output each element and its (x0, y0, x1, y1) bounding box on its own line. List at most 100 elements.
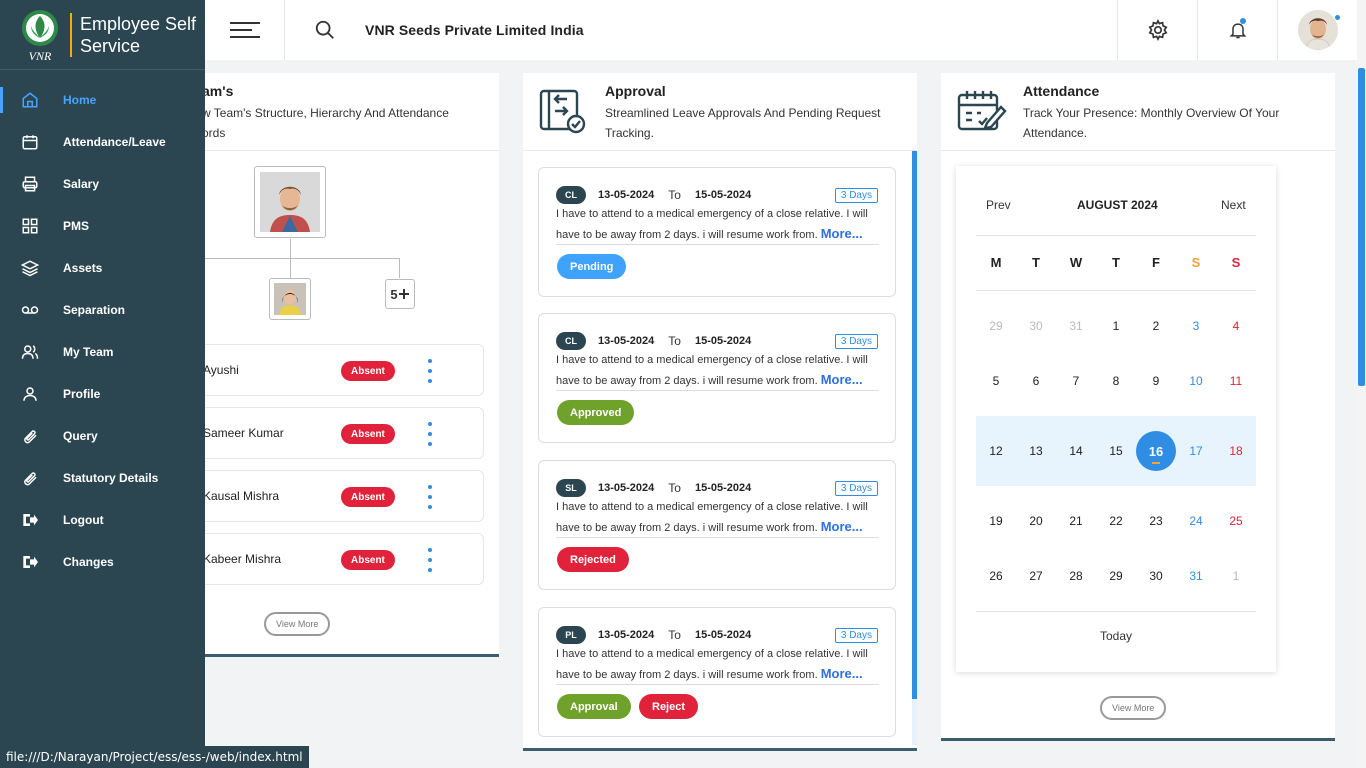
leave-type-badge: PL (556, 626, 586, 644)
calendar-day[interactable]: 12 (976, 444, 1016, 459)
more-link[interactable]: More... (821, 372, 863, 387)
calendar-next-button[interactable]: Next (1221, 198, 1246, 212)
leave-to-label: To (668, 481, 681, 495)
approval-scroll-track[interactable] (912, 699, 917, 745)
calendar-day[interactable]: 11 (1216, 374, 1256, 388)
calendar-day[interactable]: 30 (1136, 569, 1176, 583)
reject-button[interactable]: Reject (639, 694, 699, 719)
sidebar-item-logout[interactable]: Logout (0, 499, 205, 541)
divider (556, 537, 879, 538)
divider (556, 684, 879, 685)
calendar-prev-button[interactable]: Prev (986, 198, 1011, 212)
calendar-day[interactable]: 31 (1056, 319, 1096, 333)
sidebar-item-my-team[interactable]: My Team (0, 331, 205, 373)
calendar-day[interactable]: 18 (1216, 444, 1256, 459)
calendar-day[interactable]: 21 (1056, 514, 1096, 528)
calendar-day[interactable]: 30 (1016, 319, 1056, 333)
calendar-day[interactable]: 24 (1176, 514, 1216, 528)
sidebar-item-assets[interactable]: Assets (0, 247, 205, 289)
sidebar-item-label: PMS (63, 219, 90, 233)
page-scrollbar[interactable] (1357, 0, 1366, 768)
sidebar-item-changes[interactable]: Changes (0, 541, 205, 583)
attendance-view-more-button[interactable]: View More (1100, 696, 1167, 720)
calendar-day[interactable]: 29 (1096, 569, 1136, 583)
calendar-day[interactable]: 29 (976, 319, 1016, 333)
sidebar-item-attendance-leave[interactable]: Attendance/Leave (0, 121, 205, 163)
vnr-logo[interactable]: VNR (18, 6, 62, 64)
approval-scroll-thumb[interactable] (912, 151, 917, 699)
calendar-day[interactable]: 22 (1096, 514, 1136, 528)
sidebar-item-pms[interactable]: PMS (0, 205, 205, 247)
logout-icon (20, 510, 40, 530)
logo-text: VNR (29, 49, 52, 63)
sidebar-item-home[interactable]: Home (0, 79, 205, 121)
search-icon[interactable] (285, 19, 365, 41)
calendar-day[interactable]: 28 (1056, 569, 1096, 583)
more-options-icon[interactable] (426, 359, 434, 383)
calendar-day[interactable]: 17 (1176, 444, 1216, 459)
more-options-icon[interactable] (426, 548, 434, 572)
brand: VNR Employee Self Service (0, 0, 205, 70)
calendar-week-row: 19 20 21 22 23 24 25 (976, 514, 1256, 528)
leave-reason: I have to attend to a medical emergency … (556, 648, 868, 681)
user-avatar[interactable] (1277, 0, 1357, 60)
team-member-row[interactable]: Kausal Mishra Absent (192, 470, 484, 522)
approve-button[interactable]: Approval (557, 694, 631, 719)
more-link[interactable]: More... (821, 226, 863, 241)
brand-separator (70, 12, 72, 57)
more-link[interactable]: More... (821, 666, 863, 681)
calendar-day[interactable]: 9 (1136, 374, 1176, 388)
sidebar-item-separation[interactable]: Separation (0, 289, 205, 331)
calendar-day[interactable]: 2 (1136, 319, 1176, 333)
team-member-photo[interactable] (269, 278, 311, 320)
calendar-day[interactable]: 1 (1096, 319, 1136, 333)
calendar-day[interactable]: 4 (1216, 319, 1256, 333)
calendar-day[interactable]: 15 (1096, 444, 1136, 459)
more-members-button[interactable]: 5 (385, 279, 415, 309)
more-options-icon[interactable] (426, 422, 434, 446)
calendar-day[interactable]: 1 (1216, 569, 1256, 583)
leave-from-date: 13-05-2024 (598, 335, 655, 347)
more-link[interactable]: More... (821, 519, 863, 534)
divider (976, 290, 1256, 291)
leave-from-date: 13-05-2024 (598, 629, 655, 641)
team-member-row[interactable]: Sameer Kumar Absent (192, 407, 484, 459)
attendance-card: Attendance Track Your Presence: Monthly … (941, 73, 1335, 741)
calendar-day[interactable]: 14 (1056, 444, 1096, 459)
settings-gear-icon[interactable] (1117, 0, 1197, 60)
team-card-title: am's (202, 83, 234, 99)
sidebar-item-salary[interactable]: Salary (0, 163, 205, 205)
calendar-day-today[interactable]: 16 (1136, 444, 1176, 459)
calendar-day[interactable]: 10 (1176, 374, 1216, 388)
calendar-day[interactable]: 20 (1016, 514, 1056, 528)
sidebar-item-query[interactable]: Query (0, 415, 205, 457)
calendar-day[interactable]: 8 (1096, 374, 1136, 388)
calendar-day[interactable]: 23 (1136, 514, 1176, 528)
calendar-day[interactable]: 7 (1056, 374, 1096, 388)
sidebar-item-statutory-details[interactable]: Statutory Details (0, 457, 205, 499)
notification-bell-icon[interactable] (1197, 0, 1277, 60)
hamburger-menu-icon[interactable] (205, 0, 285, 60)
logout-icon (20, 552, 40, 572)
more-options-icon[interactable] (426, 485, 434, 509)
scrollbar-thumb[interactable] (1358, 68, 1365, 386)
calendar-day[interactable]: 25 (1216, 514, 1256, 528)
calendar-day[interactable]: 13 (1016, 444, 1056, 459)
sidebar-item-label: Changes (63, 555, 114, 569)
calendar-day[interactable]: 31 (1176, 569, 1216, 583)
team-member-row[interactable]: Kabeer Mishra Absent (192, 533, 484, 585)
calendar-day[interactable]: 27 (1016, 569, 1056, 583)
sidebar-item-profile[interactable]: Profile (0, 373, 205, 415)
status-badge-rejected: Rejected (557, 547, 629, 572)
calendar-day[interactable]: 3 (1176, 319, 1216, 333)
team-member-row[interactable]: Ayushi Absent (192, 344, 484, 396)
calendar-day[interactable]: 6 (1016, 374, 1056, 388)
sidebar-item-label: Separation (63, 303, 126, 317)
calendar-today-button[interactable]: Today (956, 629, 1276, 643)
calendar-day[interactable]: 26 (976, 569, 1016, 583)
sidebar-item-label: Statutory Details (63, 471, 159, 485)
team-view-more-button[interactable]: View More (264, 612, 331, 636)
calendar-day[interactable]: 19 (976, 514, 1016, 528)
calendar-day[interactable]: 5 (976, 374, 1016, 388)
manager-photo[interactable] (254, 166, 326, 238)
